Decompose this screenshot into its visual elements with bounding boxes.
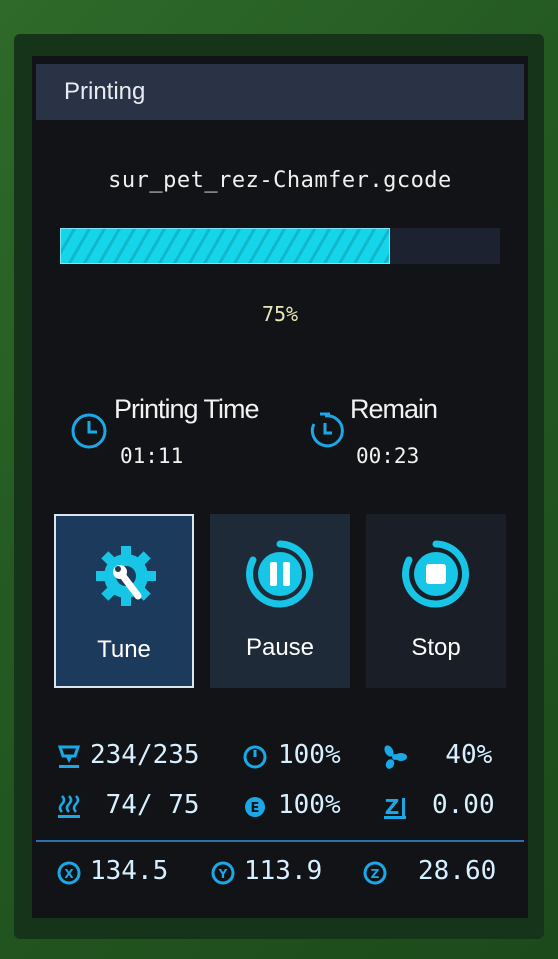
title-bar: Printing: [36, 64, 524, 120]
x-position: 134.5: [90, 856, 169, 886]
file-name: sur_pet_rez-Chamfer.gcode: [108, 168, 452, 193]
pause-label: Pause: [245, 634, 315, 661]
z-position: 28.60: [418, 856, 497, 886]
svg-text:X: X: [64, 867, 74, 881]
gear-wrench-icon: [96, 546, 156, 606]
timer-icon: [310, 412, 344, 448]
stop-button[interactable]: Stop: [366, 514, 506, 688]
flow-icon: E: [245, 797, 265, 817]
x-axis-icon: X: [57, 861, 81, 885]
clock-icon: [71, 413, 107, 449]
z-axis-icon: Z: [363, 861, 387, 885]
z-offset-icon: Z: [384, 795, 406, 819]
pause-button[interactable]: Pause: [210, 514, 350, 688]
remain-value: 00:23: [356, 444, 420, 468]
pause-icon: [246, 540, 313, 608]
nozzle-temp: 234/235: [90, 740, 200, 770]
printing-time-label: Printing Time: [114, 394, 260, 424]
print-speed: 100%: [278, 740, 341, 770]
divider: [36, 840, 524, 842]
stop-label: Stop: [411, 634, 461, 661]
page-title: Printing: [64, 78, 146, 105]
bed-temp: 74/ 75: [90, 790, 200, 820]
tune-button[interactable]: Tune: [54, 514, 194, 688]
svg-text:Y: Y: [218, 867, 228, 881]
printing-time-value: 01:11: [120, 444, 184, 468]
svg-text:Z: Z: [371, 867, 380, 881]
z-offset: 0.00: [432, 790, 495, 820]
nozzle-icon: [57, 745, 81, 768]
fan-icon: [384, 745, 407, 769]
y-position: 113.9: [244, 856, 323, 886]
fan-speed: 40%: [414, 740, 493, 770]
progress-percent: 75%: [261, 302, 299, 326]
svg-text:Z: Z: [385, 795, 400, 819]
flow-rate: 100%: [278, 790, 341, 820]
progress-fill: [60, 228, 390, 264]
lcd-screen: Printing sur_pet_rez-Chamfer.gcode 75% P…: [32, 56, 528, 918]
bed-heat-icon: [58, 795, 80, 818]
speed-icon: [243, 745, 267, 769]
progress-bar: [60, 228, 500, 264]
remain-label: Remain: [350, 394, 438, 424]
y-axis-icon: Y: [211, 861, 235, 885]
tune-label: Tune: [97, 636, 151, 663]
svg-text:E: E: [251, 801, 260, 816]
stop-icon: [402, 540, 469, 608]
